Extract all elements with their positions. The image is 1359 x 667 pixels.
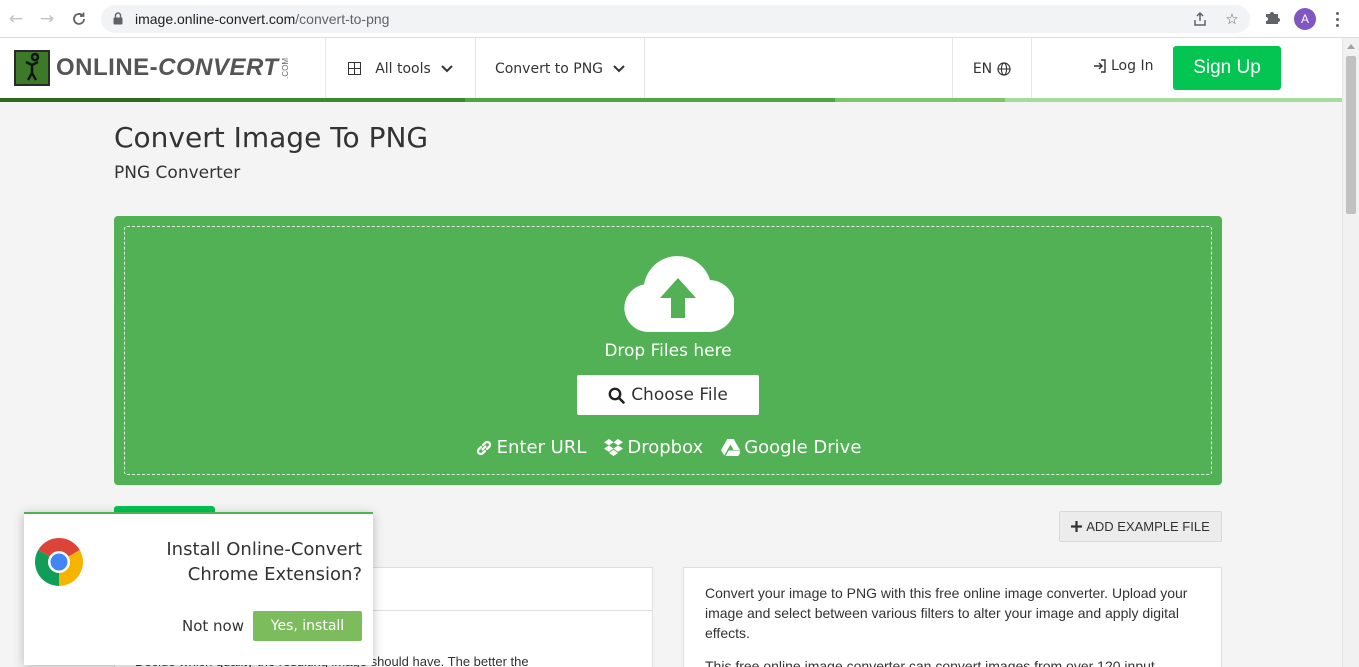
convert-to-label: Convert to PNG bbox=[494, 60, 604, 77]
plus-icon bbox=[1071, 521, 1083, 532]
header-accent-strip bbox=[0, 98, 1342, 102]
dropbox-label: Dropbox bbox=[627, 437, 704, 458]
link-icon bbox=[476, 440, 491, 455]
chrome-logo-icon bbox=[34, 538, 84, 586]
back-icon[interactable]: ← bbox=[5, 8, 27, 30]
upload-sources: Enter URL Dropbox Google Drive bbox=[125, 437, 1211, 458]
forward-icon[interactable]: → bbox=[36, 8, 58, 30]
page-scrollbar[interactable] bbox=[1342, 38, 1359, 667]
share-icon[interactable] bbox=[1191, 10, 1209, 28]
dropbox-icon bbox=[604, 439, 624, 456]
signup-button[interactable]: Sign Up bbox=[1173, 46, 1281, 90]
yes-install-button[interactable]: Yes, install bbox=[253, 611, 362, 641]
extension-install-popup: Install Online-Convert Chrome Extension?… bbox=[24, 512, 373, 665]
dropbox-link[interactable]: Dropbox bbox=[604, 437, 703, 458]
scrollbar-thumb[interactable] bbox=[1346, 56, 1356, 214]
language-label: EN bbox=[972, 60, 993, 77]
convert-to-menu[interactable]: Convert to PNG bbox=[475, 38, 645, 99]
cloud-upload-icon bbox=[624, 256, 734, 333]
all-tools-menu[interactable]: All tools bbox=[325, 38, 475, 99]
logo-figure-icon bbox=[14, 50, 50, 86]
enter-url-label: Enter URL bbox=[496, 437, 587, 458]
google-drive-label: Google Drive bbox=[744, 437, 862, 458]
choose-file-label: Choose File bbox=[631, 385, 728, 405]
file-dropzone[interactable]: Drop Files here Choose File Enter URL Dr… bbox=[114, 216, 1222, 485]
language-selector[interactable]: EN bbox=[952, 38, 1032, 99]
page-title: Convert Image To PNG bbox=[114, 121, 429, 154]
page-subtitle: PNG Converter bbox=[114, 163, 241, 183]
star-icon[interactable]: ☆ bbox=[1223, 10, 1241, 28]
login-icon bbox=[1094, 59, 1106, 73]
browser-menu-icon[interactable] bbox=[1327, 8, 1347, 30]
drop-files-text: Drop Files here bbox=[604, 341, 732, 361]
lock-icon bbox=[113, 12, 123, 25]
description-panel: Convert your image to PNG with this free… bbox=[683, 567, 1222, 667]
logo-com: .COM bbox=[280, 57, 290, 79]
choose-file-button[interactable]: Choose File bbox=[577, 375, 759, 415]
popup-message: Install Online-Convert Chrome Extension? bbox=[166, 539, 362, 585]
login-label: Log In bbox=[1111, 58, 1154, 74]
puzzle-extension-icon[interactable] bbox=[1264, 9, 1282, 27]
grid-icon bbox=[348, 62, 362, 75]
site-logo[interactable]: ONLINE-CONVERT .COM bbox=[14, 50, 290, 86]
google-drive-icon bbox=[721, 439, 741, 456]
globe-icon bbox=[997, 61, 1011, 76]
add-example-label: ADD EXAMPLE FILE bbox=[1086, 519, 1210, 534]
url-text: image.online-convert.com/convert-to-png bbox=[135, 11, 390, 27]
google-drive-link[interactable]: Google Drive bbox=[721, 437, 861, 458]
logo-text: ONLINE-CONVERT bbox=[56, 54, 279, 81]
chevron-down-icon bbox=[441, 64, 453, 72]
description-paragraph: Convert your image to PNG with this free… bbox=[705, 585, 1188, 641]
all-tools-label: All tools bbox=[375, 60, 431, 77]
profile-avatar[interactable]: A bbox=[1294, 8, 1316, 30]
not-now-button[interactable]: Not now bbox=[182, 617, 244, 635]
login-link[interactable]: Log In bbox=[1093, 58, 1153, 74]
site-header: ONLINE-CONVERT .COM All tools Convert to… bbox=[0, 38, 1342, 99]
enter-url-link[interactable]: Enter URL bbox=[475, 437, 587, 458]
add-example-file-button[interactable]: ADD EXAMPLE FILE bbox=[1059, 511, 1222, 542]
address-bar[interactable]: image.online-convert.com/convert-to-png … bbox=[101, 5, 1250, 33]
description-paragraph-2: This free online image converter can con… bbox=[705, 658, 1155, 667]
browser-toolbar: ← → image.online-convert.com/convert-to-… bbox=[0, 0, 1359, 38]
chevron-down-icon bbox=[613, 64, 625, 72]
reload-icon[interactable] bbox=[68, 8, 90, 30]
scroll-up-icon[interactable] bbox=[1347, 44, 1355, 49]
dropzone-border: Drop Files here Choose File Enter URL Dr… bbox=[124, 226, 1212, 475]
search-icon bbox=[608, 387, 625, 404]
